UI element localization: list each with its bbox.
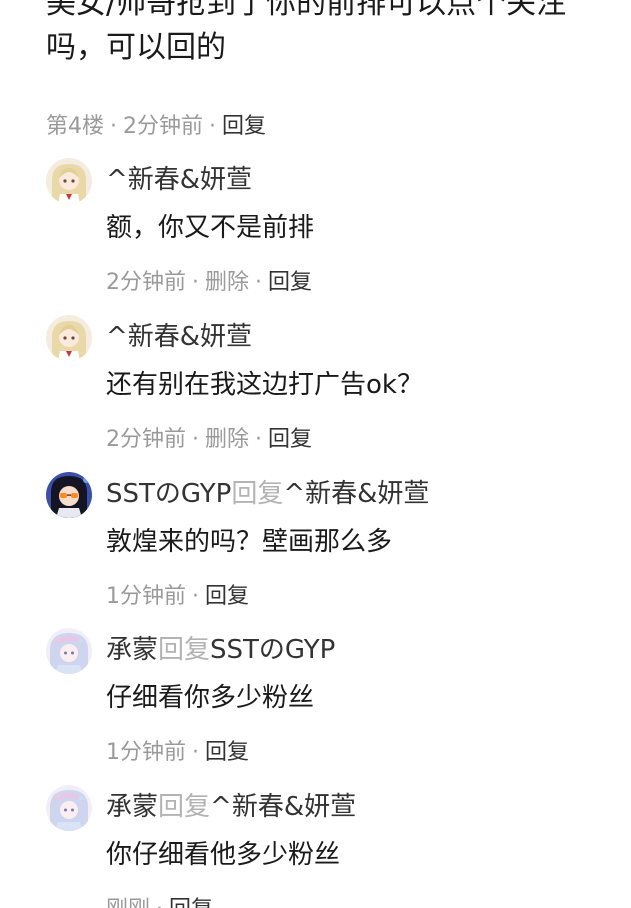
reply-item: ^新春&妍萱 还有别在我这边打广告ok？ 2分钟前 · 删除 · 回复 — [46, 315, 616, 465]
reply-text: 你仔细看他多少粉丝 — [106, 840, 341, 870]
comment-time: 2分钟前 — [123, 114, 203, 139]
delete-button[interactable]: 删除 — [205, 427, 249, 452]
reply-item: 承蒙回复^新春&妍萱 你仔细看他多少粉丝 刚刚·回复 — [46, 785, 616, 908]
reply-time: 1分钟前 — [106, 740, 186, 765]
reply-meta: 刚刚 · 回复 — [106, 895, 213, 908]
reply-time: 2分钟前 — [106, 427, 186, 452]
reply-target-username[interactable]: SSTのGYP — [210, 635, 335, 665]
reply-username-line: SSTのGYP回复^新春&妍萱 — [106, 476, 429, 512]
reply-button[interactable]: 回复 — [205, 584, 249, 609]
meta-separator: · — [192, 740, 199, 765]
reply-time: 2分钟前 — [106, 270, 186, 295]
reply-meta: 1分钟前 · 回复 — [106, 738, 249, 768]
reply-button[interactable]: 回复 — [268, 270, 312, 295]
reply-word: 回复 — [158, 635, 211, 665]
reply-word: 回复 — [231, 479, 284, 509]
reply-word: 回复 — [158, 792, 211, 822]
meta-separator: · — [209, 114, 216, 139]
anime-blonde-girl-avatar[interactable] — [46, 158, 92, 204]
reply-username[interactable]: SSTのGYP — [106, 479, 231, 509]
reply-text: 额，你又不是前排 — [106, 213, 315, 243]
reply-username-line: 承蒙回复SSTのGYP — [106, 632, 335, 668]
reply-time: 1分钟前 — [106, 584, 186, 609]
meta-separator: · — [192, 427, 199, 452]
reply-item: ^新春&妍萱 额，你又不是前排 2分钟前 · 删除 · 回复 — [46, 158, 616, 308]
reply-text: 仔细看你多少粉丝 — [106, 683, 315, 713]
reply-username[interactable]: ^新春&妍萱 — [106, 162, 252, 198]
meta-separator: · — [255, 270, 263, 295]
floor-number: 第4楼 — [46, 114, 104, 139]
reply-target-username[interactable]: ^新春&妍萱 — [283, 479, 429, 509]
reply-username[interactable]: 承蒙 — [106, 635, 158, 665]
reply-meta: 1分钟前 · 回复 — [106, 582, 249, 612]
delete-button[interactable]: 删除 — [205, 270, 249, 295]
reply-meta: 2分钟前 · 删除 · 回复 — [106, 268, 312, 298]
reply-username-line: 承蒙回复^新春&妍萱 — [106, 789, 356, 825]
reply-item: 承蒙回复SSTのGYP 仔细看你多少粉丝 1分钟前 · 回复 — [46, 628, 616, 778]
meta-separator: · — [255, 427, 263, 452]
reply-text: 敦煌来的吗？壁画那么多 — [106, 527, 393, 557]
meta-separator: · — [156, 897, 163, 908]
reply-button[interactable]: 回复 — [268, 427, 312, 452]
reply-meta: 2分钟前 · 删除 · 回复 — [106, 425, 312, 455]
reply-username[interactable]: ^新春&妍萱 — [106, 319, 252, 355]
meta-separator: · — [192, 584, 199, 609]
meta-separator: · — [110, 114, 117, 139]
reply-username[interactable]: 承蒙 — [106, 792, 158, 822]
reply-button[interactable]: 回复 — [205, 740, 249, 765]
reply-target-username[interactable]: ^新春&妍萱 — [210, 792, 356, 822]
meta-separator: · — [192, 270, 199, 295]
parent-comment-meta: 第4楼 · 2分钟前 · 回复 — [46, 112, 266, 142]
reply-time: 刚刚 — [106, 897, 150, 908]
pastel-girl-avatar[interactable] — [46, 785, 92, 831]
reply-button[interactable]: 回复 — [169, 897, 213, 908]
anime-blonde-girl-avatar[interactable] — [46, 315, 92, 361]
reply-text: 还有别在我这边打广告ok？ — [106, 370, 423, 400]
pastel-girl-avatar[interactable] — [46, 628, 92, 674]
reply-item: SSTのGYP回复^新春&妍萱 敦煌来的吗？壁画那么多 1分钟前 · 回复 — [46, 472, 616, 622]
anime-glasses-girl-avatar[interactable] — [46, 472, 92, 518]
parent-comment-text: 美女/帅哥抢到了你的前排可以点个关注吗，可以回的 — [46, 0, 567, 65]
reply-button[interactable]: 回复 — [222, 114, 266, 139]
